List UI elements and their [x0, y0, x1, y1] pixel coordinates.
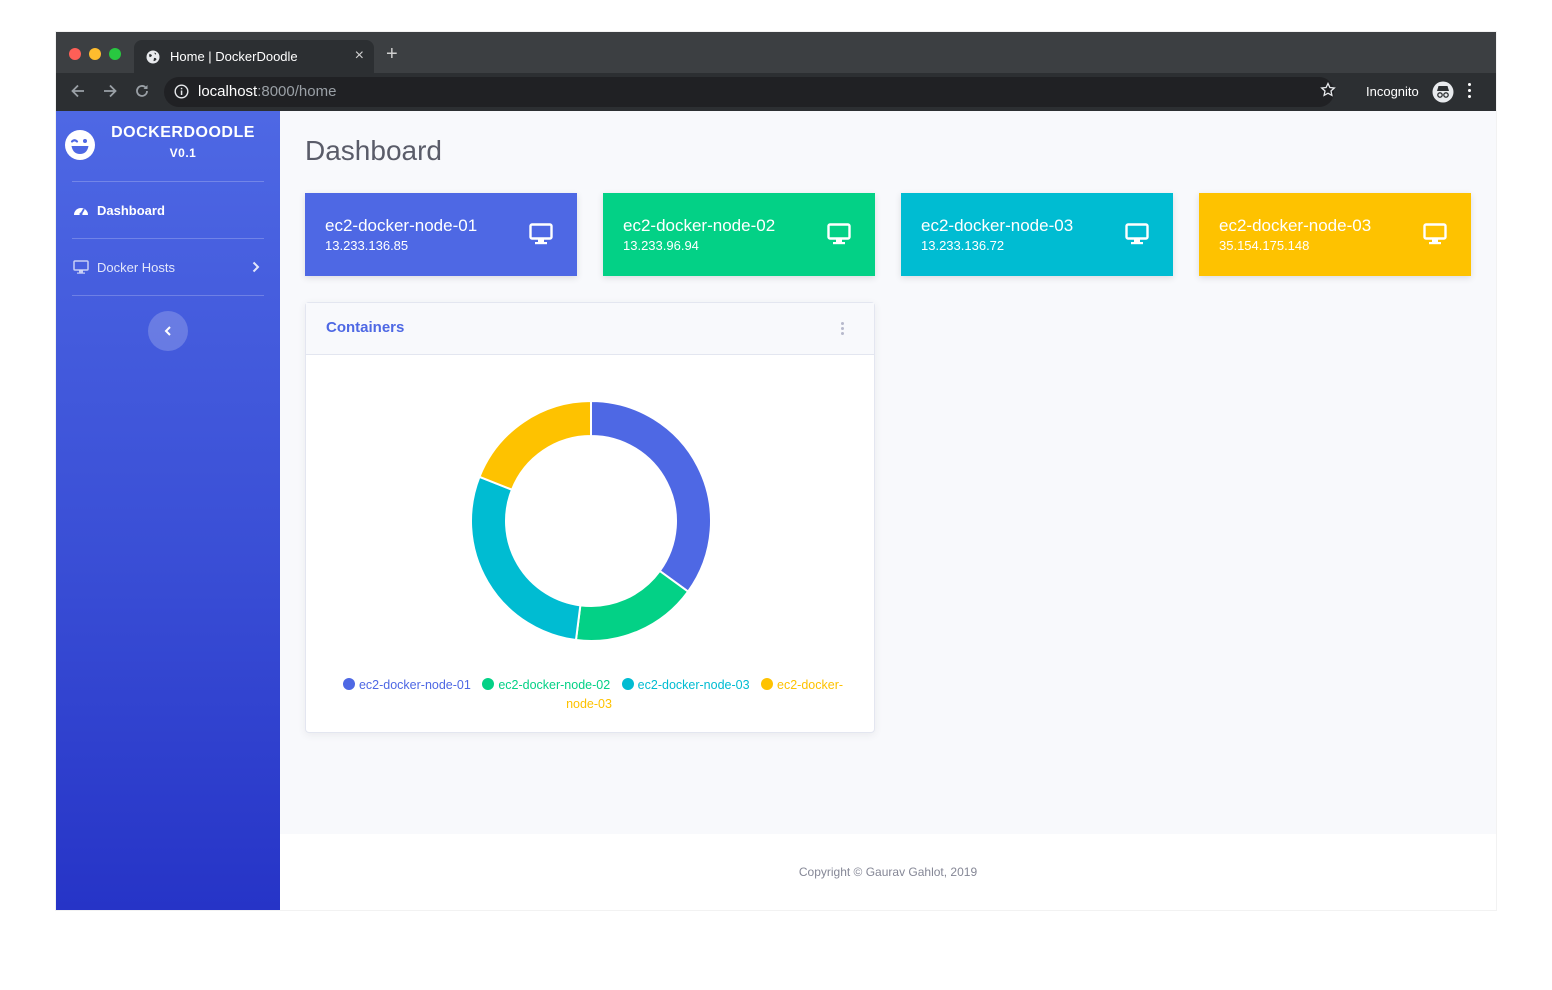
globe-icon: [146, 50, 160, 67]
reload-icon[interactable]: [133, 82, 151, 105]
site-info-icon[interactable]: [174, 84, 189, 103]
sidebar-divider: [72, 295, 264, 296]
footer: Copyright © Gaurav Gahlot, 2019: [280, 834, 1496, 910]
sidebar-item-dashboard[interactable]: Dashboard: [72, 201, 264, 221]
browser-window: Home | DockerDoodle × + localhost:8000/h…: [56, 32, 1496, 910]
node-name: ec2-docker-node-03: [921, 216, 1074, 235]
sidebar-item-docker-hosts[interactable]: Docker Hosts: [72, 258, 264, 278]
node-card[interactable]: ec2-docker-node-01 13.233.136.85: [305, 193, 577, 276]
chevron-right-icon: [252, 261, 260, 276]
tab-title: Home | DockerDoodle: [170, 49, 298, 64]
browser-tab[interactable]: Home | DockerDoodle ×: [134, 40, 374, 73]
forward-icon[interactable]: [101, 82, 119, 105]
node-card[interactable]: ec2-docker-node-03 13.233.136.72: [901, 193, 1173, 276]
back-icon[interactable]: [69, 82, 87, 105]
sidebar-divider: [72, 181, 264, 182]
desktop-icon: [1423, 223, 1447, 250]
node-ip: 13.233.136.72: [921, 238, 1005, 253]
maximize-window-button[interactable]: [109, 48, 121, 60]
donut-slice[interactable]: [590, 400, 712, 593]
browser-menu-icon[interactable]: [1468, 83, 1471, 101]
incognito-icon[interactable]: [1432, 81, 1454, 108]
desktop-icon: [73, 260, 89, 277]
brand-name[interactable]: DOCKERDOODLE: [98, 124, 268, 142]
node-card[interactable]: ec2-docker-node-02 13.233.96.94: [603, 193, 875, 276]
legend-item[interactable]: ec2-docker-node-02: [482, 678, 610, 692]
desktop-icon: [1125, 223, 1149, 250]
legend-dot: [482, 678, 495, 690]
node-ip: 35.154.175.148: [1219, 238, 1310, 253]
bookmark-star-icon[interactable]: [1320, 81, 1336, 103]
sidebar-divider: [72, 238, 264, 239]
legend-dot: [761, 678, 774, 690]
legend-item[interactable]: ec2-docker-node-01: [342, 678, 471, 692]
brand-version: V0.1: [169, 146, 197, 160]
sidebar: DOCKERDOODLE V0.1 Dashboard Docker Hosts: [56, 111, 280, 910]
containers-donut-chart: [470, 400, 712, 642]
sidebar-item-label: Dashboard: [97, 203, 165, 218]
chevron-left-icon: [164, 326, 171, 336]
containers-panel: Containers ec2-docker-node-01 ec2-docker…: [305, 302, 875, 733]
legend-label: ec2-docker-node-01: [358, 678, 471, 692]
desktop-icon: [827, 223, 851, 250]
new-tab-button[interactable]: +: [386, 44, 398, 64]
legend-item[interactable]: ec2-docker-node-03: [621, 678, 750, 692]
node-name: ec2-docker-node-02: [623, 216, 776, 235]
legend-dot: [342, 678, 355, 690]
minimize-window-button[interactable]: [89, 48, 101, 60]
laughing-wink-icon: [64, 129, 96, 166]
sidebar-toggle-button[interactable]: [148, 311, 188, 351]
node-name: ec2-docker-node-03: [1219, 216, 1372, 235]
url-text: localhost:8000/home: [198, 83, 336, 100]
address-bar[interactable]: localhost:8000/home: [164, 77, 1334, 107]
legend-dot: [621, 678, 634, 690]
donut-slice[interactable]: [574, 569, 690, 642]
donut-slice[interactable]: [470, 475, 582, 642]
chart-legend: ec2-docker-node-01 ec2-docker-node-02 ec…: [326, 676, 856, 714]
page-title: Dashboard: [305, 135, 442, 166]
browser-toolbar: localhost:8000/home Incognito: [56, 73, 1496, 111]
legend-label: ec2-docker-node-03: [637, 678, 750, 692]
node-name: ec2-docker-node-01: [325, 216, 478, 235]
url-path: :8000/home: [257, 83, 337, 100]
panel-header: Containers: [306, 303, 874, 355]
sidebar-item-label: Docker Hosts: [97, 260, 176, 275]
panel-menu-icon[interactable]: [841, 322, 844, 337]
tachometer-icon: [73, 203, 89, 220]
desktop-icon: [529, 223, 553, 250]
close-window-button[interactable]: [69, 48, 81, 60]
close-tab-icon[interactable]: ×: [355, 47, 364, 65]
url-host: localhost: [198, 83, 258, 100]
main-content: Dashboard ec2-docker-node-01 13.233.136.…: [280, 111, 1496, 834]
copyright-text: Copyright © Gaurav Gahlot, 2019: [798, 865, 978, 879]
donut-slice[interactable]: [478, 400, 592, 492]
legend-label: ec2-docker-node-02: [498, 678, 611, 692]
panel-title: Containers: [326, 319, 405, 336]
incognito-label: Incognito: [1366, 84, 1419, 99]
tab-bar: Home | DockerDoodle × +: [56, 32, 1496, 73]
node-ip: 13.233.96.94: [623, 238, 699, 253]
node-card[interactable]: ec2-docker-node-03 35.154.175.148: [1199, 193, 1471, 276]
node-ip: 13.233.136.85: [325, 238, 409, 253]
